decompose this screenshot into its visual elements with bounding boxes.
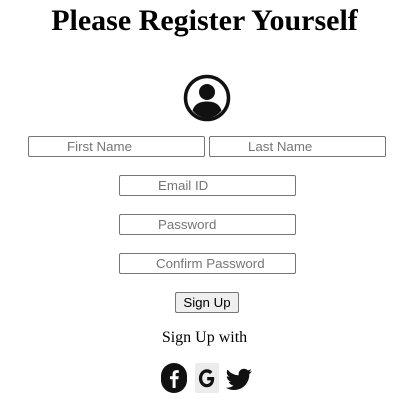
confirm-password-input[interactable] <box>119 253 296 274</box>
last-name-input[interactable] <box>209 136 386 157</box>
first-name-input[interactable] <box>28 136 205 157</box>
sign-up-with-label: Sign Up with <box>161 329 248 346</box>
google-icon[interactable] <box>192 362 222 394</box>
facebook-icon[interactable] <box>159 362 189 394</box>
page-title: Please Register Yourself <box>51 4 358 37</box>
sign-up-button[interactable]: Sign Up <box>175 292 239 313</box>
twitter-icon[interactable] <box>224 362 254 394</box>
user-avatar-icon <box>183 74 231 122</box>
password-input[interactable] <box>119 214 296 235</box>
email-input[interactable] <box>119 175 296 196</box>
